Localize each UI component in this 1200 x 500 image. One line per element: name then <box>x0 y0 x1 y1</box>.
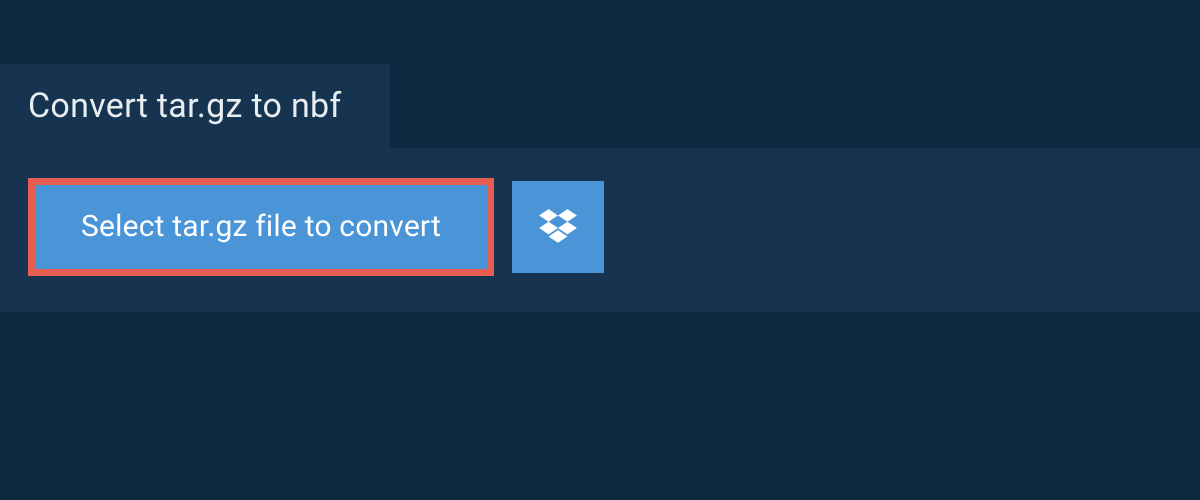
select-file-button[interactable]: Select tar.gz file to convert <box>28 178 494 276</box>
dropbox-icon <box>537 206 579 248</box>
header-tab: Convert tar.gz to nbf <box>0 64 390 148</box>
dropbox-button[interactable] <box>512 181 604 273</box>
upload-panel: Select tar.gz file to convert <box>0 148 1200 312</box>
page-title: Convert tar.gz to nbf <box>28 86 342 126</box>
